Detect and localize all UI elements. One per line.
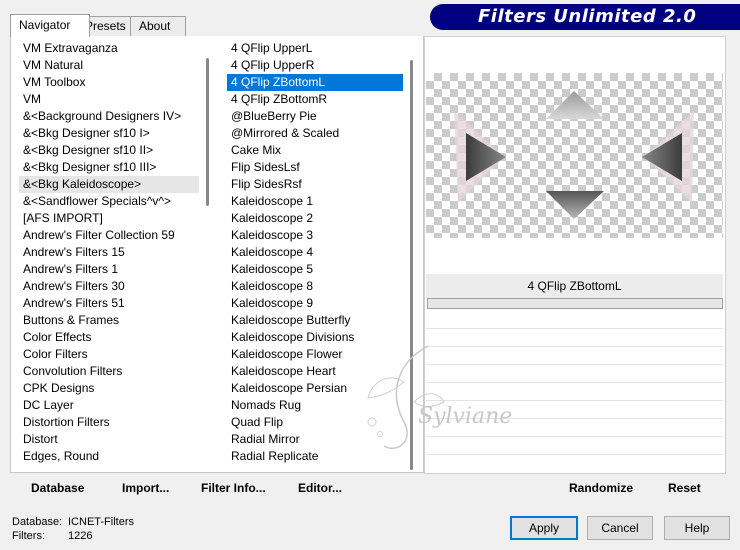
parameter-row [426,311,723,329]
randomize-label: Randomize [569,481,634,495]
filter-list-item[interactable]: Kaleidoscope 1 [227,193,403,210]
category-list[interactable]: VM Extravaganza VM Natural VM Toolbox VM &<B… [19,40,199,468]
filter-list-item[interactable]: 4 QFlip ZBottomL [227,74,403,91]
preview-image [426,73,723,238]
status-database: Database: ICNET-Filters [12,516,134,528]
category-list-item[interactable]: CPK Designs [19,380,199,397]
category-list-item[interactable]: Buttons & Frames [19,312,199,329]
category-list-item[interactable]: VM Toolbox [19,74,199,91]
category-list-item[interactable]: [AFS IMPORT] [19,210,199,227]
parameter-row [426,329,723,347]
category-list-item[interactable]: &<Bkg Designer sf10 III> [19,159,199,176]
editor-label: Editor... [298,481,343,495]
kaleidoscope-preview-graphic [454,91,694,219]
help-label: Help [684,521,710,535]
filter-list-item[interactable]: Kaleidoscope 3 [227,227,403,244]
tab-label: Navigator [19,18,71,32]
cancel-button[interactable]: Cancel [587,516,653,540]
filter-list-item[interactable]: Kaleidoscope Butterfly [227,312,403,329]
category-list-item[interactable]: Andrew's Filters 15 [19,244,199,261]
category-list-item[interactable]: VM [19,91,199,108]
category-list-item[interactable]: DC Layer [19,397,199,414]
status-filters-label: Filters: [12,530,45,542]
filter-list-item[interactable]: Cake Mix [227,142,403,159]
category-list-item[interactable]: Andrew's Filters 51 [19,295,199,312]
category-list-item[interactable]: Distortion Filters [19,414,199,431]
tab-navigator[interactable]: Navigator [10,14,90,37]
category-list-item[interactable]: Distort [19,431,199,448]
category-list-item[interactable]: Color Effects [19,329,199,346]
tab-label: Presets [85,19,126,33]
category-list-item[interactable]: &<Bkg Designer sf10 II> [19,142,199,159]
category-list-item[interactable]: Color Filters [19,346,199,363]
category-list-item[interactable]: Andrew's Filter Collection 59 [19,227,199,244]
help-button[interactable]: Help [664,516,730,540]
tab-about[interactable]: About [130,16,186,36]
status-database-value: ICNET-Filters [68,516,134,528]
filter-info-label: Filter Info... [201,481,266,495]
parameter-row [426,383,723,401]
status-filters: Filters: 1226 [12,530,92,542]
watermark-flourish-icon [367,345,445,449]
reset-button[interactable]: Reset [668,481,701,495]
filter-list-item[interactable]: 4 QFlip ZBottomR [227,91,403,108]
category-list-item[interactable]: &<Bkg Kaleidoscope> [19,176,199,193]
filter-list-item[interactable]: Kaleidoscope 9 [227,295,403,312]
filter-list-item[interactable]: @Mirrored & Scaled [227,125,403,142]
import-label: Import... [122,481,170,495]
category-list-item[interactable]: &<Sandflower Specials^v^> [19,193,199,210]
status-filters-value: 1226 [68,530,93,542]
cancel-label: Cancel [601,521,639,535]
category-list-item[interactable]: &<Background Designers IV> [19,108,199,125]
filter-list-item[interactable]: Flip SidesRsf [227,176,403,193]
randomize-button[interactable]: Randomize [569,481,633,495]
filter-list-item[interactable]: @BlueBerry Pie [227,108,403,125]
category-list-item[interactable]: Andrew's Filters 30 [19,278,199,295]
category-list-item[interactable]: &<Bkg Designer sf10 I> [19,125,199,142]
category-list-item[interactable]: Convolution Filters [19,363,199,380]
reset-label: Reset [668,481,701,495]
scrollbar-thumb[interactable] [206,58,209,206]
app-title: Filters Unlimited 2.0 [478,6,697,27]
filter-list-item[interactable]: Kaleidoscope 2 [227,210,403,227]
database-label: Database [31,481,85,495]
filter-list-item[interactable]: Kaleidoscope 8 [227,278,403,295]
filter-list-item[interactable]: 4 QFlip UpperL [227,40,403,57]
parameter-row [426,347,723,365]
filter-list-item[interactable]: Flip SidesLsf [227,159,403,176]
category-list-item[interactable]: VM Extravaganza [19,40,199,57]
apply-button[interactable]: Apply [510,516,578,540]
apply-label: Apply [528,521,560,535]
category-list-scrollbar[interactable] [201,40,214,468]
watermark-text: Sylviane [418,404,513,429]
category-list-item[interactable]: Edges, Round [19,448,199,465]
editor-button[interactable]: Editor... [298,481,342,495]
parameter-row [426,437,723,455]
category-list-item[interactable]: Andrew's Filters 1 [19,261,199,278]
filter-list-item[interactable]: Kaleidoscope 5 [227,261,403,278]
tab-bar: Navigator Presets About [10,14,420,37]
database-button[interactable]: Database [31,481,84,495]
parameter-row [426,365,723,383]
import-button[interactable]: Import... [122,481,169,495]
selected-filter-name: 4 QFlip ZBottomL [426,274,723,298]
filter-list-item[interactable]: Kaleidoscope 4 [227,244,403,261]
filter-list-item[interactable]: 4 QFlip UpperR [227,57,403,74]
filter-info-button[interactable]: Filter Info... [201,481,266,495]
status-database-label: Database: [12,516,63,528]
tab-label: About [139,19,171,33]
category-list-item[interactable]: VM Natural [19,57,199,74]
title-banner: Filters Unlimited 2.0 [430,4,740,30]
progress-bar [427,298,723,309]
